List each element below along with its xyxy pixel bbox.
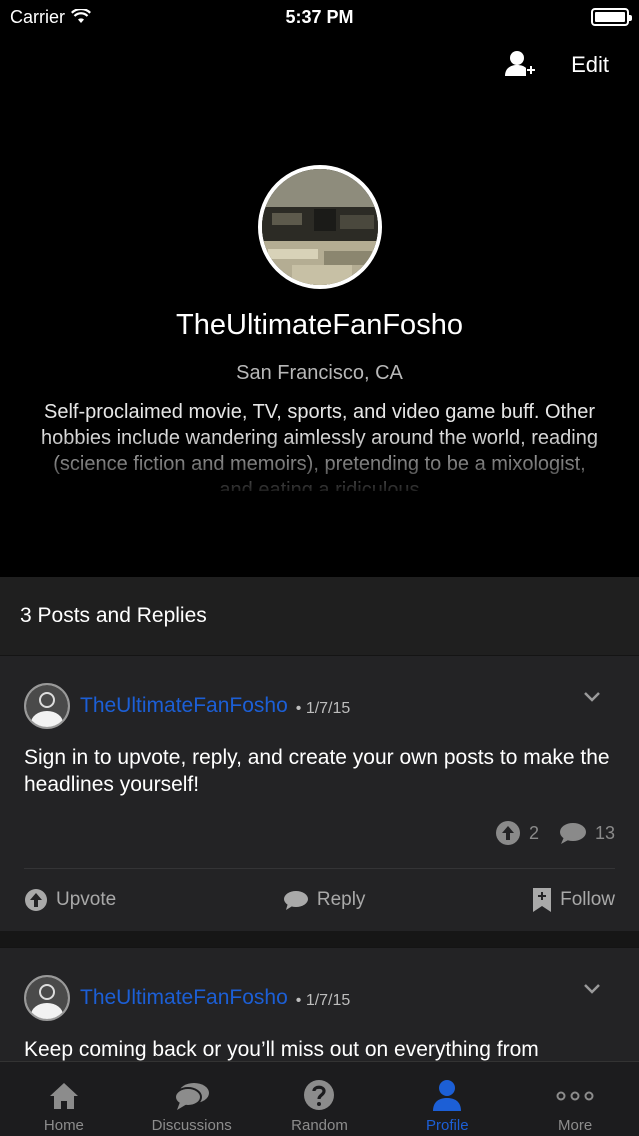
top-actions: Edit [503, 48, 609, 82]
reply-label: Reply [316, 889, 366, 910]
post-date: • 1/7/15 [295, 991, 351, 1009]
upvote-button[interactable]: Upvote [24, 888, 116, 912]
chevron-down-icon[interactable] [583, 980, 601, 998]
avatar[interactable] [24, 683, 70, 729]
tab-discussions-label: Discussions [151, 1117, 232, 1134]
profile-username: TheUltimateFanFosho [176, 309, 463, 341]
post-header: TheUltimateFanFosho • 1/7/15 [24, 656, 615, 756]
bookmark-plus-icon [533, 888, 552, 912]
profile-photo [261, 169, 378, 285]
comment-icon [559, 823, 586, 844]
profile-avatar[interactable] [257, 165, 382, 289]
upvote-count: 2 [495, 820, 539, 846]
carrier-label: Carrier [10, 6, 66, 27]
more-dots-icon [556, 1091, 594, 1101]
battery-icon [591, 8, 632, 26]
follow-button[interactable]: Follow [532, 887, 615, 913]
tab-discussions[interactable]: Discussions [128, 1062, 256, 1136]
tab-random[interactable]: Random [256, 1062, 384, 1136]
add-user-icon[interactable] [503, 48, 537, 82]
home-icon [49, 1083, 78, 1109]
posts-list: TheUltimateFanFosho • 1/7/15 Sign in to … [0, 655, 639, 1061]
reply-button[interactable]: Reply [283, 889, 366, 911]
tab-bar: Home Discussions Random Profile More [0, 1061, 639, 1136]
chat-bubbles-icon [173, 1083, 209, 1110]
tab-more[interactable]: More [511, 1062, 639, 1136]
reply-icon [283, 891, 308, 910]
chevron-down-icon[interactable] [583, 688, 601, 706]
post-author-link[interactable]: TheUltimateFanFosho [80, 986, 288, 1010]
post-stats: 2 13 [24, 818, 615, 848]
edit-button[interactable]: Edit [571, 52, 609, 78]
upvote-label: Upvote [56, 889, 117, 910]
follow-label: Follow [560, 889, 615, 910]
post-author-link[interactable]: TheUltimateFanFosho [80, 694, 288, 718]
tab-profile[interactable]: Profile [383, 1062, 511, 1136]
profile-bio: Self-proclaimed movie, TV, sports, and v… [40, 401, 598, 491]
upvote-circle-icon [495, 821, 520, 845]
comment-count: 13 [559, 821, 615, 845]
status-left: Carrier [10, 7, 91, 28]
person-icon [433, 1080, 462, 1111]
tab-random-label: Random [291, 1117, 348, 1134]
default-avatar-icon [26, 685, 68, 727]
post-card[interactable]: TheUltimateFanFosho • 1/7/15 Sign in to … [0, 655, 639, 931]
posts-section-header: 3 Posts and Replies [0, 577, 639, 655]
comment-count-value: 13 [594, 822, 615, 843]
tab-more-label: More [557, 1117, 593, 1134]
tab-profile-label: Profile [426, 1117, 469, 1134]
tab-home-label: Home [43, 1117, 84, 1134]
tab-home[interactable]: Home [0, 1062, 128, 1136]
avatar[interactable] [24, 975, 70, 1021]
posts-count-title: 3 Posts and Replies [20, 604, 207, 627]
upvote-icon [25, 889, 47, 911]
post-date: • 1/7/15 [295, 699, 351, 717]
status-bar: Carrier [0, 0, 639, 34]
post-header: TheUltimateFanFosho • 1/7/15 [24, 948, 615, 1048]
default-avatar-icon [26, 977, 68, 1019]
profile-location: San Francisco, CA [236, 362, 403, 384]
profile-header: TheUltimateFanFosho San Francisco, CA Se… [0, 165, 639, 491]
post-actions: Upvote Reply Follow [24, 869, 615, 931]
upvote-count-value: 2 [528, 822, 539, 843]
wifi-icon [71, 9, 91, 23]
question-icon [304, 1080, 335, 1110]
post-card[interactable]: TheUltimateFanFosho • 1/7/15 Keep coming… [0, 947, 639, 1061]
